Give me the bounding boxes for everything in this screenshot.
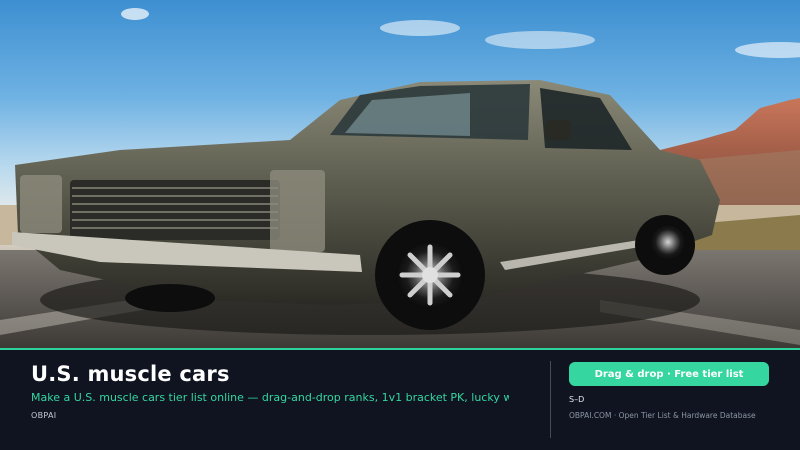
vertical-divider bbox=[550, 361, 551, 438]
hero-image bbox=[0, 0, 800, 348]
card-title: U.S. muscle cars bbox=[31, 362, 230, 386]
cta-button[interactable]: Drag & drop · Free tier list bbox=[569, 362, 769, 386]
tier-range-label: S–D bbox=[569, 395, 585, 404]
car-photo-illustration bbox=[0, 8, 800, 348]
brand-label: OBPAI bbox=[31, 411, 57, 420]
card-subtitle: Make a U.S. muscle cars tier list online… bbox=[31, 391, 509, 404]
site-footer-note: OBPAI.COM · Open Tier List & Hardware Da… bbox=[569, 411, 756, 420]
